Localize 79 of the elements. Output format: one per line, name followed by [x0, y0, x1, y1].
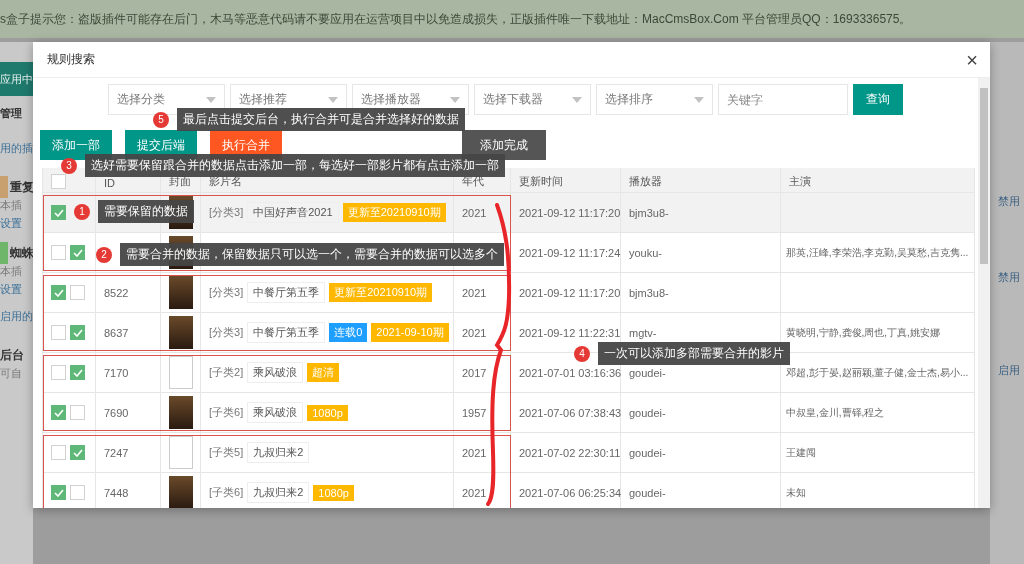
table-cell: 2021-07-01 03:16:36	[519, 366, 622, 379]
table-cell: 2021	[462, 206, 487, 219]
table-cell: 2021-07-06 07:38:43	[519, 406, 622, 419]
table-cell: 1957	[462, 406, 487, 419]
category-label: [分类3]	[209, 285, 244, 300]
table-cell: 7690	[104, 406, 129, 419]
column-header: 年代	[462, 174, 484, 189]
tooltip: 一次可以添加多部需要合并的影片	[598, 342, 790, 365]
column-header: 播放器	[629, 174, 662, 189]
table-cell: 7247	[104, 446, 129, 459]
tooltip: 选好需要保留跟合并的数据点击添加一部，每选好一部影片都有点击添加一部	[85, 154, 505, 177]
status-badge: 2021-09-10期	[371, 323, 449, 342]
table-cell: 中叔皇,金川,曹铎,程之	[786, 405, 885, 420]
sidebar-item: 管理	[0, 105, 22, 121]
table-cell: 2021	[462, 486, 487, 499]
sidebar-item: 本插	[0, 263, 22, 279]
status-badge: 连载0	[329, 323, 368, 342]
title-tag: 九叔归来2	[247, 482, 310, 503]
step-number: 5	[153, 111, 169, 128]
table-cell: 2021	[462, 286, 487, 299]
title-tag: 九叔归来2	[247, 442, 310, 463]
category-label: [子类2]	[209, 365, 244, 380]
title-tag: 中餐厅第五季	[247, 282, 326, 303]
table-cell: 7448	[104, 486, 129, 499]
table-cell: 2017	[462, 366, 487, 379]
category-label: [分类3]	[209, 205, 244, 220]
status-badge: 1080p	[307, 404, 348, 421]
table-cell: goudei-	[629, 406, 666, 419]
status-badge: 更新至20210910期	[342, 203, 446, 222]
category-label: [子类6]	[209, 485, 244, 500]
table-cell: 2021-07-06 06:25:34	[519, 486, 622, 499]
table-cell: goudei-	[629, 366, 666, 379]
table-cell: 7170	[104, 366, 129, 379]
sidebar-item: 用的插	[0, 140, 33, 156]
table-cell: bjm3u8-	[629, 286, 669, 299]
table-cell: 黄晓明,宁静,龚俊,周也,丁真,姚安娜	[786, 325, 940, 340]
column-header: 主演	[789, 174, 811, 189]
table-cell: goudei-	[629, 446, 666, 459]
title-tag: 中餐厅第五季	[247, 322, 326, 343]
notice-banner: s盒子提示您：盗版插件可能存在后门，木马等恶意代码请不要应用在运营项目中以免造成损失，正版插件唯一下载地址：MacCmsBox.Com 平台管理员QQ：1693336575。	[0, 0, 1024, 38]
title-tag: 乘风破浪	[247, 402, 304, 423]
sidebar-item: 启用的	[0, 308, 33, 324]
table-cell: 2021	[462, 446, 487, 459]
category-label: [子类5]	[209, 445, 244, 460]
dialog-title: 规则搜索	[47, 51, 95, 68]
table-cell: 2021-09-12 11:17:24	[519, 246, 621, 259]
category-label: [分类3]	[209, 325, 244, 340]
title-tag: 乘风破浪	[247, 362, 304, 383]
table-cell: 8522	[104, 286, 129, 299]
table-cell: youku-	[629, 246, 663, 259]
tooltip: 最后点击提交后台，执行合并可是合并选择好的数据	[177, 108, 465, 131]
column-header: 更新时间	[519, 174, 563, 189]
status-badge: 超清	[307, 363, 340, 382]
table-cell: 2021-07-02 22:30:11	[519, 446, 621, 459]
table-cell: 2021-09-12 11:17:20	[519, 206, 621, 219]
column-header: ID	[104, 177, 115, 189]
title-tag: 中国好声音2021	[247, 202, 339, 223]
sidebar-item: 可自	[0, 365, 22, 381]
table-cell: 2021-09-12 11:22:31	[519, 326, 621, 339]
sidebar-item: 重复	[10, 178, 33, 196]
status-badge: 更新至20210910期	[329, 283, 433, 302]
table-cell: bjm3u8-	[629, 206, 669, 219]
column-header: 封面	[169, 174, 191, 189]
table-cell: 王建闯	[786, 445, 816, 460]
table-cell: 2021	[462, 326, 487, 339]
tooltip: 需要合并的数据，保留数据只可以选一个，需要合并的数据可以选多个	[120, 243, 504, 266]
column-header: 影片名	[209, 174, 242, 189]
table-cell: 那英,汪峰,李荣浩,李克勤,吴莫愁,吉克隽...	[786, 245, 969, 260]
status-badge: 1080p	[313, 484, 354, 501]
table-cell: 2021-09-12 11:17:20	[519, 286, 621, 299]
table-cell: goudei-	[629, 486, 666, 499]
table-cell: 邓超,彭于晏,赵丽颖,董子健,金士杰,易小...	[786, 365, 969, 380]
sidebar-item: 后台	[0, 346, 24, 364]
tooltip: 需要保留的数据	[98, 200, 194, 223]
table-cell: mgtv-	[629, 326, 657, 339]
table-cell: 未知	[786, 485, 806, 500]
table-cell: 8637	[104, 326, 129, 339]
sidebar-item: 本插	[0, 197, 22, 213]
category-label: [子类6]	[209, 405, 244, 420]
